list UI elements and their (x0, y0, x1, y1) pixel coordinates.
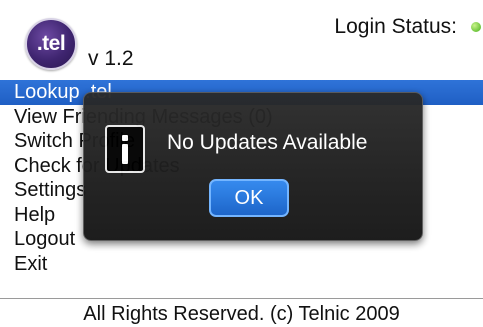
menu-item-exit[interactable]: Exit (0, 252, 483, 277)
ok-button[interactable]: OK (209, 179, 289, 217)
no-updates-dialog: No Updates Available OK (83, 92, 423, 241)
app-screen: .tel v 1.2 Login Status: Lookup .tel Vie… (0, 0, 483, 327)
info-icon-bar (122, 144, 128, 164)
logo-text: .tel (36, 32, 66, 55)
login-status-indicator-icon (471, 22, 481, 32)
info-icon (105, 125, 145, 173)
version-label: v 1.2 (88, 47, 134, 70)
login-status-label: Login Status: (334, 15, 457, 38)
tel-logo: .tel (25, 18, 77, 70)
footer-copyright: All Rights Reserved. (c) Telnic 2009 (0, 298, 483, 327)
info-icon-dot (122, 135, 128, 141)
dialog-message: No Updates Available (167, 131, 368, 154)
